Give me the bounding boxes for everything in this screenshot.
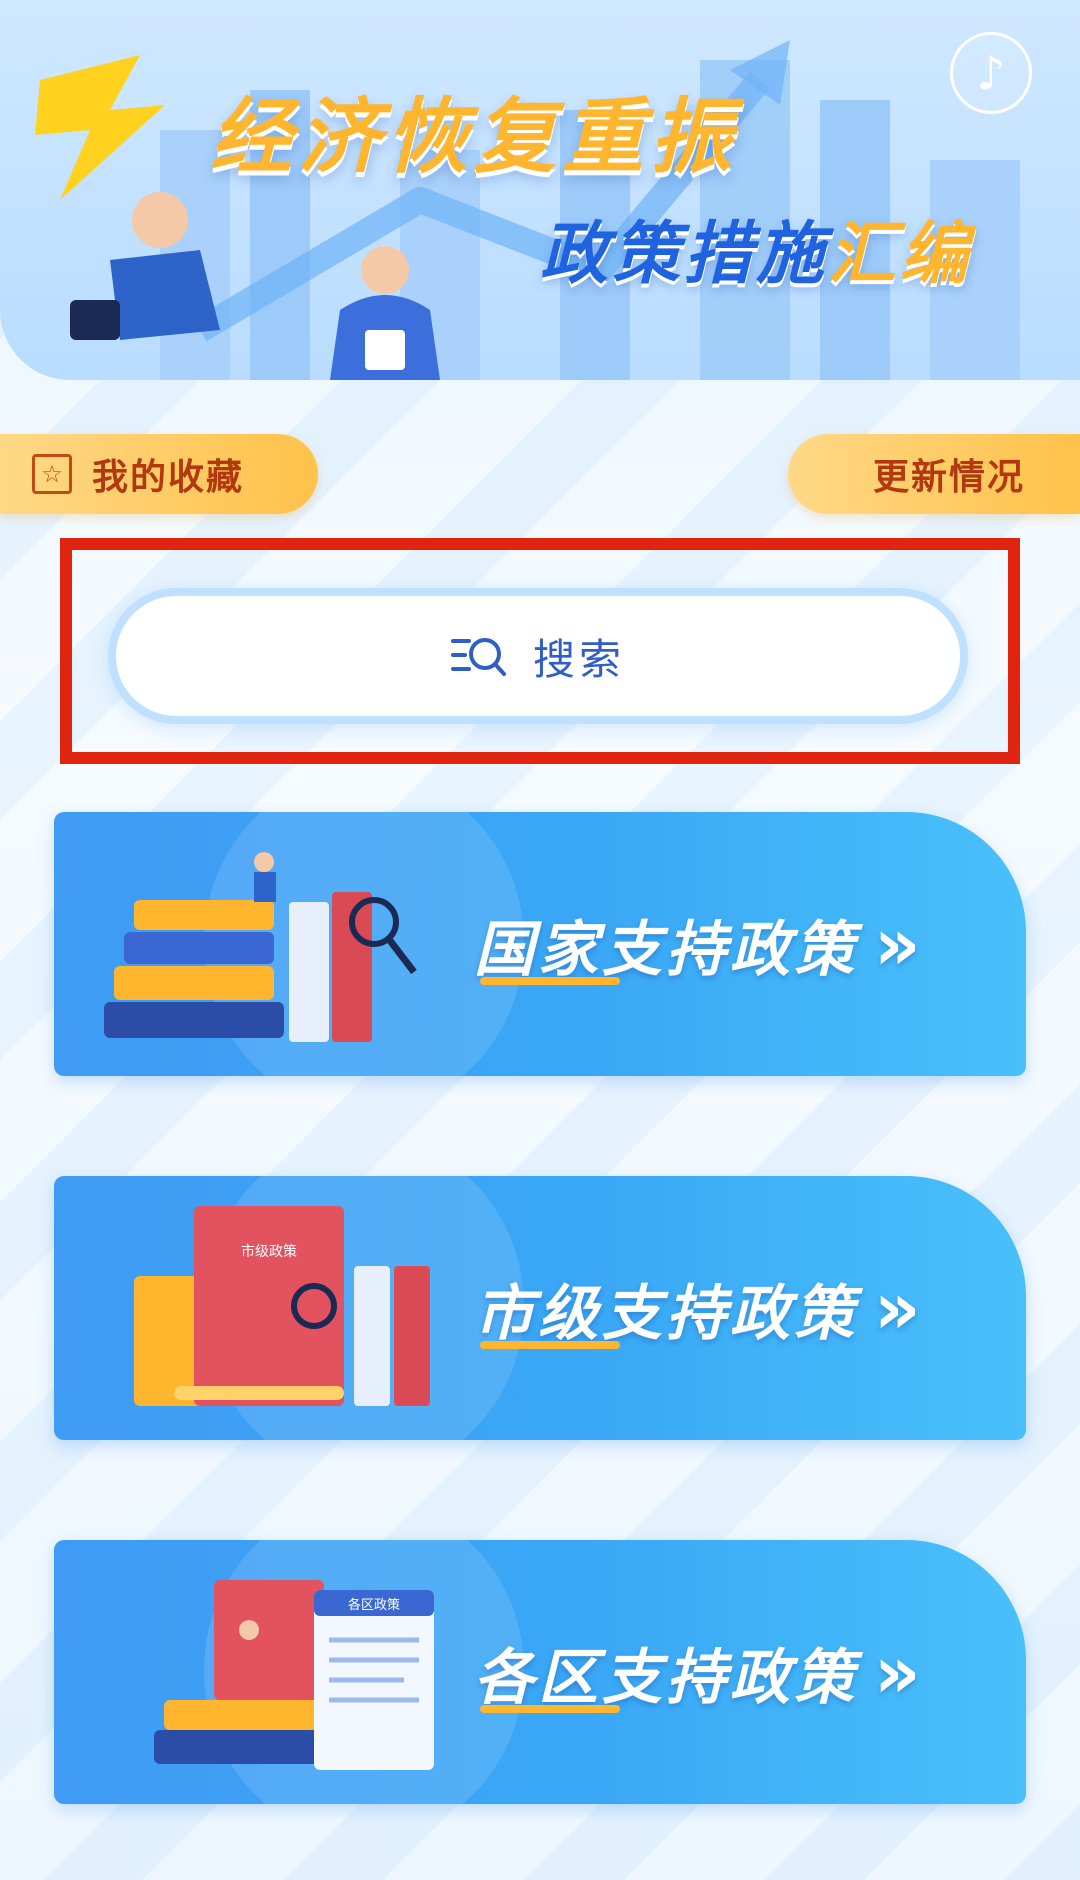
my-favorites-button[interactable]: ☆ 我的收藏 xyxy=(0,434,318,514)
music-note-icon[interactable]: ♪ xyxy=(950,32,1032,114)
banner-title-sub: 政策措施汇编 xyxy=(540,198,972,297)
city-policy-book-label: 市级政策 xyxy=(241,1243,297,1260)
my-favorites-label: 我的收藏 xyxy=(92,457,245,498)
national-policy-title: 国家支持政策 » xyxy=(474,812,925,1076)
binders-illustration-icon: 市级政策 xyxy=(134,1206,430,1406)
search-list-icon xyxy=(450,638,506,676)
district-policy-title: 各区支持政策 » xyxy=(474,1540,925,1804)
double-chevron-right-icon: » xyxy=(874,1630,925,1714)
books-illustration-icon xyxy=(104,852,417,1042)
lightning-icon xyxy=(35,55,165,200)
search-label: 搜索 xyxy=(532,634,625,684)
district-policy-label: 各区支持政策 xyxy=(474,1642,858,1713)
double-chevron-right-icon: » xyxy=(874,1266,925,1350)
search-button[interactable]: 搜索 xyxy=(108,588,968,724)
documents-illustration-icon: 各区政策 xyxy=(154,1580,434,1770)
city-policy-title: 市级支持政策 » xyxy=(474,1176,925,1440)
banner-title-sub-part2: 汇编 xyxy=(828,215,973,294)
district-policy-card[interactable]: 各区政策 各区支持政策 » xyxy=(54,1540,1026,1804)
banner-title-main: 经济恢复重振 xyxy=(210,90,738,185)
update-status-label: 更新情况 xyxy=(872,457,1025,498)
city-policy-label: 市级支持政策 xyxy=(474,1278,858,1349)
banner-title-sub-part1: 政策措施 xyxy=(540,215,829,294)
district-policy-doc-label: 各区政策 xyxy=(348,1597,400,1613)
national-policy-card[interactable]: 国家支持政策 » xyxy=(54,812,1026,1076)
national-policy-label: 国家支持政策 xyxy=(474,914,858,985)
star-bookmark-icon: ☆ xyxy=(32,454,72,494)
header-banner: 经济恢复重振 政策措施汇编 ♪ xyxy=(0,0,1080,380)
city-skyline-illustration xyxy=(35,40,1020,380)
update-status-button[interactable]: 更新情况 xyxy=(788,434,1080,514)
double-chevron-right-icon: » xyxy=(874,902,925,986)
city-policy-card[interactable]: 市级政策 市级支持政策 » xyxy=(54,1176,1026,1440)
